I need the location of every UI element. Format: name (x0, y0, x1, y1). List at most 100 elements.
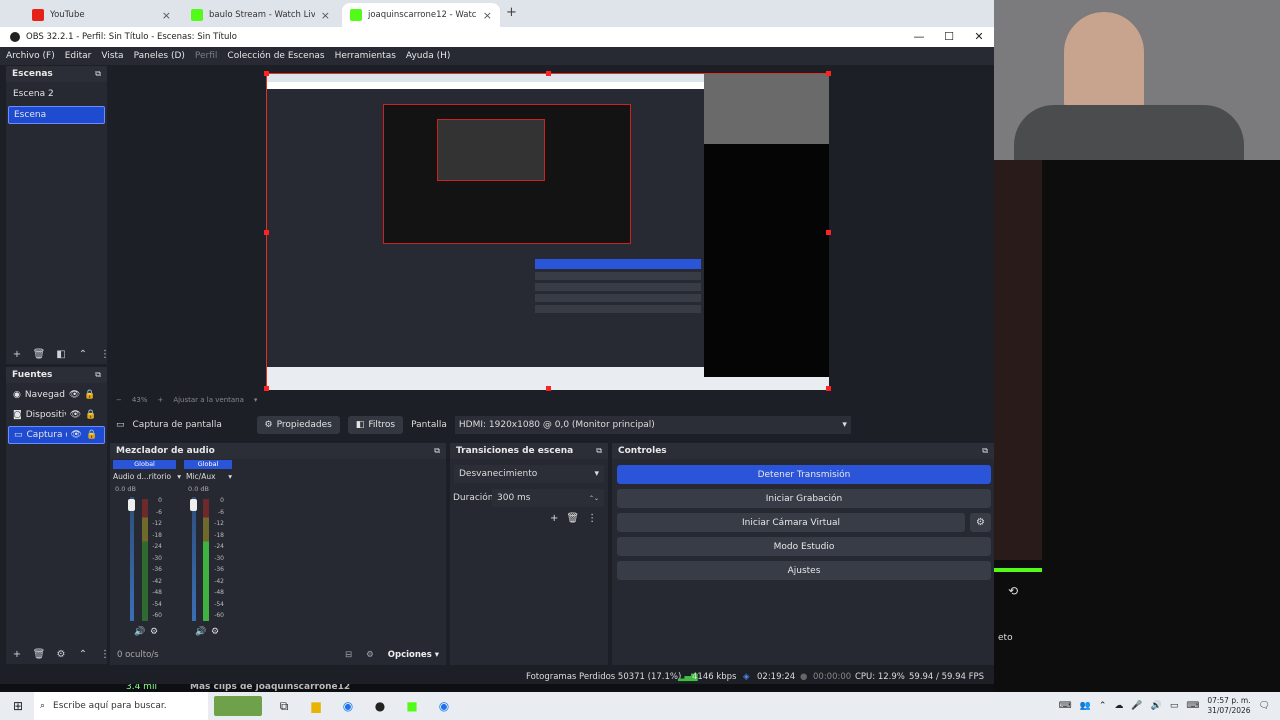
volume-slider[interactable] (130, 497, 134, 621)
microphone-icon[interactable]: 🎤 (1131, 701, 1142, 711)
start-recording-button[interactable]: Iniciar Grabación (617, 489, 991, 508)
menu-docks[interactable]: Paneles (D) (134, 51, 185, 61)
mute-speaker-icon[interactable]: 🔊 (134, 627, 145, 637)
widgets-icon[interactable] (214, 696, 262, 716)
browser-tab-joaquin[interactable]: joaquinscarrone12 - Watch clip × (342, 3, 500, 27)
more-icon[interactable]: ⋮ (587, 513, 597, 524)
close-tab-icon[interactable]: × (483, 9, 492, 22)
browser-tab-baulo[interactable]: baulo Stream - Watch Live on K × (183, 3, 338, 27)
undock-icon[interactable]: ⧉ (434, 446, 440, 456)
menu-profile[interactable]: Perfil (195, 51, 218, 61)
task-view-icon[interactable]: ⧉ (274, 696, 294, 716)
more-clips-heading: Más clips de joaquinscarrone12 (190, 684, 351, 692)
menu-edit[interactable]: Editar (65, 51, 92, 61)
menu-help[interactable]: Ayuda (H) (406, 51, 450, 61)
scene-label: Escena (14, 110, 47, 120)
people-icon[interactable]: 👥 (1080, 701, 1091, 711)
source-properties-gear-icon[interactable]: ⚙ (52, 649, 70, 660)
filters-button[interactable]: ◧ Filtros (347, 416, 404, 434)
source-item[interactable]: ◙ Dispositiv 👁 🔒 (8, 406, 105, 424)
add-source-icon[interactable]: + (8, 649, 26, 660)
channel-name[interactable]: Mic/Aux ▾ (186, 472, 232, 481)
minimize-button[interactable]: — (904, 27, 934, 47)
replay-icon[interactable]: ⟲ (1008, 584, 1018, 598)
source-item[interactable]: ◉ Navegadc 👁 🔒 (8, 386, 105, 404)
scene-item-selected[interactable]: Escena (8, 106, 105, 124)
channel-settings-icon[interactable]: ⚙ (150, 627, 158, 637)
chrome-profile-icon[interactable]: ◉ (434, 696, 454, 716)
spinner-icon[interactable]: ⌃⌄ (589, 495, 599, 502)
move-up-icon[interactable]: ⌃ (74, 349, 92, 360)
transition-select[interactable]: Desvanecimiento ▾ (454, 465, 604, 483)
close-tab-icon[interactable]: × (321, 9, 330, 22)
add-scene-icon[interactable]: + (8, 349, 26, 360)
menu-tools[interactable]: Herramientas (335, 51, 396, 61)
undock-icon[interactable]: ⧉ (982, 446, 988, 456)
network-icon[interactable]: ▭ (1170, 701, 1179, 711)
layout-toggle-icon[interactable]: ⊟ (345, 650, 352, 660)
properties-button[interactable]: ⚙ Propiedades (256, 416, 340, 434)
remove-source-icon[interactable]: 🗑 (30, 649, 48, 660)
undock-icon[interactable]: ⧉ (95, 69, 101, 79)
keyboard-icon[interactable]: ⌨ (1059, 701, 1072, 711)
zoom-out-icon[interactable]: − (116, 396, 122, 404)
visibility-eye-icon[interactable]: 👁 (70, 410, 81, 420)
channel-label: Audio d...ritorio (113, 472, 172, 481)
preview-canvas[interactable] (264, 71, 831, 391)
menu-scene-collection[interactable]: Colección de Escenas (227, 51, 324, 61)
obs-icon[interactable]: ● (370, 696, 390, 716)
virtual-camera-gear-icon[interactable]: ⚙ (970, 513, 991, 532)
options-dropdown[interactable]: Opciones ▾ (388, 650, 439, 660)
notifications-icon[interactable]: 🗨 (1259, 701, 1270, 711)
screen-select[interactable]: HDMI: 1920x1080 @ 0,0 (Monitor principal… (454, 416, 851, 434)
speaker-icon[interactable]: 🔊 (1151, 701, 1162, 711)
studio-mode-button[interactable]: Modo Estudio (617, 537, 991, 556)
taskbar-search[interactable]: ⌕ Escribe aquí para buscar. (34, 692, 208, 720)
tab-label: baulo Stream - Watch Live on K (209, 10, 315, 20)
undock-icon[interactable]: ⧉ (596, 446, 602, 456)
clock[interactable]: 07:57 p. m. 31/07/2026 (1207, 696, 1250, 716)
remove-transition-icon[interactable]: 🗑 (566, 513, 579, 524)
settings-button[interactable]: Ajustes (617, 561, 991, 580)
fit-to-window[interactable]: Ajustar a la ventana (173, 396, 244, 404)
mute-speaker-icon[interactable]: 🔊 (195, 627, 206, 637)
volume-fader-handle[interactable] (190, 499, 197, 511)
menu-view[interactable]: Vista (101, 51, 123, 61)
stop-streaming-button[interactable]: Detener Transmisión (617, 465, 991, 484)
chevron-down-icon[interactable]: ▾ (254, 396, 258, 404)
close-button[interactable]: ✕ (964, 27, 994, 47)
menu-file[interactable]: Archivo (F) (6, 51, 55, 61)
close-tab-icon[interactable]: × (162, 9, 171, 22)
visibility-eye-icon[interactable]: 👁 (69, 390, 80, 400)
lock-icon[interactable]: 🔒 (84, 390, 95, 400)
zoom-in-icon[interactable]: + (157, 396, 163, 404)
windows-start-icon[interactable]: ⊞ (8, 696, 28, 716)
new-tab-button[interactable]: + (506, 5, 517, 20)
move-up-icon[interactable]: ⌃ (74, 649, 92, 660)
file-explorer-icon[interactable]: ▆ (306, 696, 326, 716)
source-label: Dispositiv (25, 410, 66, 420)
start-virtual-camera-button[interactable]: Iniciar Cámara Virtual (617, 513, 965, 532)
scene-item[interactable]: Escena 2 (8, 85, 105, 103)
undock-icon[interactable]: ⧉ (95, 370, 101, 380)
kick-app-icon[interactable]: ■ (402, 696, 422, 716)
channel-settings-icon[interactable]: ⚙ (211, 627, 219, 637)
add-transition-icon[interactable]: + (550, 513, 558, 524)
lock-icon[interactable]: 🔒 (85, 410, 96, 420)
advanced-audio-icon[interactable]: ⚙ (366, 650, 374, 660)
lock-icon[interactable]: 🔒 (86, 430, 97, 440)
volume-slider[interactable] (192, 497, 196, 621)
browser-tab-youtube[interactable]: YouTube × (24, 3, 179, 27)
volume-fader-handle[interactable] (128, 499, 135, 511)
cloud-icon[interactable]: ☁ (1114, 701, 1123, 711)
chrome-icon[interactable]: ◉ (338, 696, 358, 716)
channel-name[interactable]: Audio d...ritorio ▾ (113, 472, 181, 481)
remove-scene-icon[interactable]: 🗑 (30, 349, 48, 360)
filters-icon[interactable]: ◧ (52, 349, 70, 360)
duration-input[interactable]: 300 ms ⌃⌄ (492, 489, 604, 507)
language-icon[interactable]: ⌨ (1186, 701, 1199, 711)
maximize-button[interactable]: ☐ (934, 27, 964, 47)
visibility-eye-icon[interactable]: 👁 (71, 430, 82, 440)
chevron-up-icon[interactable]: ⌃ (1099, 701, 1107, 711)
source-item-selected[interactable]: ▭ Captura d 👁 🔒 (8, 426, 105, 444)
